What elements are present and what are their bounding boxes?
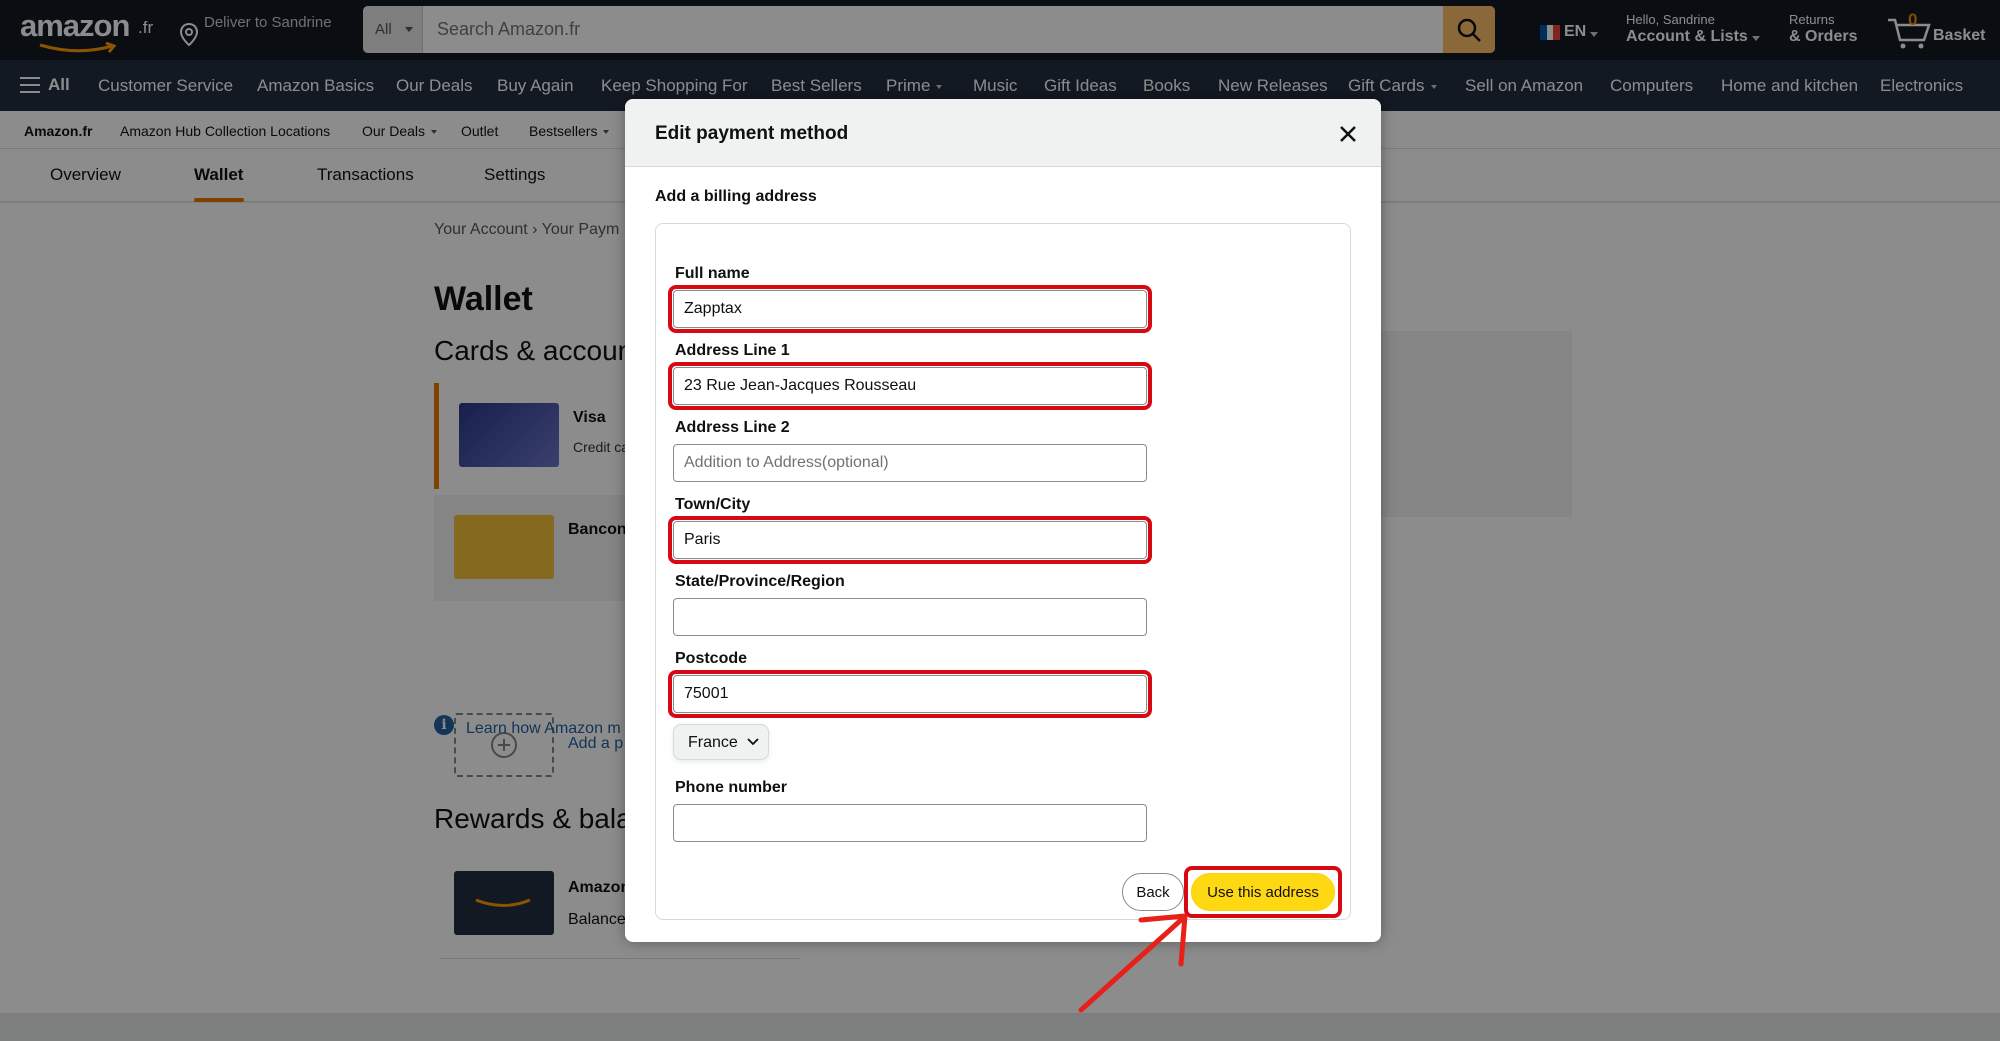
use-this-address-label: Use this address [1207,884,1319,901]
back-button-label: Back [1136,884,1170,901]
full-name-label: Full name [675,265,750,282]
back-button[interactable]: Back [1122,873,1184,911]
close-button[interactable] [1335,121,1361,147]
state-label: State/Province/Region [675,573,845,590]
city-field[interactable] [673,521,1147,559]
address-line2-label: Address Line 2 [675,419,790,436]
postcode-label: Postcode [675,650,748,667]
phone-label: Phone number [675,779,788,796]
edit-payment-modal: Edit payment method Add a billing addres… [625,99,1381,942]
modal-title: Edit payment method [655,123,849,144]
billing-address-form: Full name Address Line 1 Address Line 2 … [655,223,1351,920]
address-line2-field[interactable] [673,444,1147,482]
phone-field[interactable] [673,804,1147,842]
postcode-field[interactable] [673,675,1147,713]
address-line1-label: Address Line 1 [675,342,790,359]
billing-address-heading: Add a billing address [655,188,817,205]
country-value: France [688,734,738,751]
address-line1-field[interactable] [673,367,1147,405]
city-label: Town/City [675,496,751,513]
full-name-field[interactable] [673,290,1147,328]
use-this-address-button[interactable]: Use this address [1191,873,1335,911]
close-icon [1340,126,1356,142]
country-dropdown[interactable]: France [673,724,769,760]
modal-header: Edit payment method [625,99,1381,167]
state-field[interactable] [673,598,1147,636]
chevron-down-icon [747,738,759,746]
